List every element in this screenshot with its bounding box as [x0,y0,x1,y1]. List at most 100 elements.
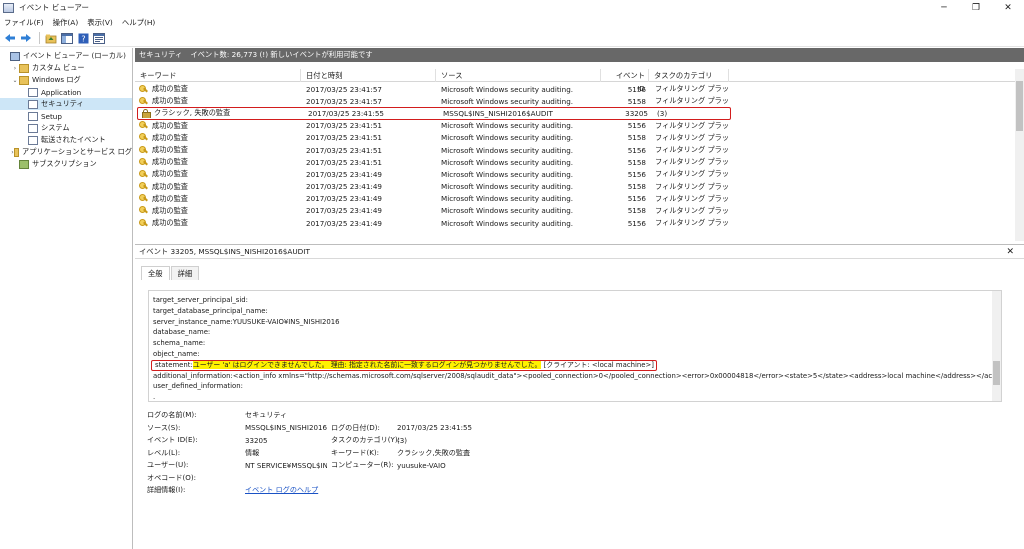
tree-item-label: セキュリティ [41,99,84,108]
table-row[interactable]: 成功の監査 2017/03/25 23:41:51 Microsoft Window… [135,156,1015,168]
cell-source: Microsoft Windows security auditing. [441,182,574,192]
cell-keyword: 成功の監査 [135,169,301,179]
cell-task-category: (3) [657,108,668,118]
table-row[interactable]: 成功の監査 2017/03/25 23:41:49 Microsoft Window… [135,217,1015,229]
minimize-icon[interactable]: ─ [928,0,960,15]
event-viewer-window: イベント ビューアー ─ ❐ ✕ ファイル(F) 操作(A) 表示(V) ヘルプ… [0,0,1024,549]
opcode-label: オペコード(O): [147,472,196,482]
event-viewer-app-icon [3,2,14,13]
computer-label: コンピューター(R): [331,460,394,470]
tree-item[interactable]: サブスクリプション [0,158,132,170]
tree-item[interactable]: › カスタム ビュー [0,62,132,74]
level-label: レベル(L): [147,447,181,457]
table-row[interactable]: クラシック, 失敗の監査 2017/03/25 23:41:55 MSSQL$INS… [137,107,731,120]
log-name-value: セキュリティ [245,410,288,420]
cell-event-id: 5156 [627,84,646,94]
scroll-thumb[interactable] [993,361,1000,385]
statement-label: statement: [155,360,193,369]
key-icon [139,157,148,167]
cell-source: Microsoft Windows security auditing. [441,194,574,204]
key-icon [139,194,148,203]
window-controls: ─ ❐ ✕ [928,0,1024,15]
cell-source: Microsoft Windows security auditing. [441,133,574,143]
key-icon [139,133,148,142]
show-hide-tree-icon[interactable] [60,31,74,45]
cell-source: Microsoft Windows security auditing. [441,96,574,106]
keyword-text: 成功の監査 [152,84,188,94]
table-row[interactable]: 成功の監査 2017/03/25 23:41:49 Microsoft Window… [135,168,1015,180]
table-row[interactable]: 成功の監査 2017/03/25 23:41:51 Microsoft Window… [135,144,1015,156]
tree-item[interactable]: セキュリティ [0,98,132,110]
cell-task-category: フィルタリング プラット... [655,132,729,142]
statement-line-wrapper: statement:ユーザー 'a' はログインできませんでした。 理由: 指定… [149,359,1001,371]
tree-item[interactable]: 転送されたイベント [0,134,132,146]
menu-help[interactable]: ヘルプ(H) [122,17,156,28]
column-header-keyword[interactable]: キーワード [135,69,301,82]
log-icon [28,135,38,145]
table-row[interactable]: 成功の監査 2017/03/25 23:41:49 Microsoft Window… [135,181,1015,193]
event-description-text[interactable]: target_server_principal_sid: target_datab… [148,290,1002,402]
folder-icon [14,147,20,157]
close-icon[interactable]: ✕ [992,0,1024,15]
table-row[interactable]: 成功の監査 2017/03/25 23:41:51 Microsoft Window… [135,120,1015,132]
tree-item-label: カスタム ビュー [32,63,85,72]
tree-item[interactable]: イベント ビューアー (ローカル) [0,50,132,62]
cell-event-id: 5156 [627,194,646,204]
cell-task-category: フィルタリング プラット... [655,96,729,106]
menu-file[interactable]: ファイル(F) [4,17,44,28]
help-icon[interactable]: ? [76,31,90,45]
column-header-event-id[interactable]: イベント ID [601,69,649,93]
expand-arrow-icon[interactable]: › [11,65,19,72]
table-row[interactable]: 成功の監査 2017/03/25 23:41:51 Microsoft Window… [135,132,1015,144]
cell-datetime: 2017/03/25 23:41:51 [306,157,382,167]
cell-datetime: 2017/03/25 23:41:49 [306,218,382,228]
cell-event-id: 33205 [625,108,648,118]
properties-pane-icon[interactable] [92,31,106,45]
event-id-label: イベント ID(E): [147,435,198,445]
folder-up-icon[interactable] [44,31,58,45]
table-row[interactable]: 成功の監査 2017/03/25 23:41:49 Microsoft Window… [135,193,1015,205]
back-arrow-icon[interactable] [3,31,17,45]
keyword-text: 成功の監査 [152,120,188,130]
cell-datetime: 2017/03/25 23:41:51 [306,133,382,143]
tree-item[interactable]: Setup [0,110,132,122]
cell-datetime: 2017/03/25 23:41:55 [308,108,384,118]
column-headers: キーワード 日付と時刻 ソース イベント ID タスクのカテゴリ [135,69,1015,93]
forward-arrow-icon[interactable] [19,31,33,45]
scroll-thumb[interactable] [1016,81,1023,131]
description-line: object_name: [153,349,200,358]
event-list-scrollbar[interactable] [1015,69,1024,241]
source-value: MSSQL$INS_NISHI2016$AUD [245,423,327,433]
table-row[interactable]: 成功の監査 2017/03/25 23:41:49 Microsoft Window… [135,205,1015,217]
column-header-datetime[interactable]: 日付と時刻 [301,69,436,82]
column-header-task-category[interactable]: タスクのカテゴリ [649,69,729,82]
cell-source: Microsoft Windows security auditing. [441,157,574,167]
table-row[interactable]: 成功の監査 2017/03/25 23:41:57 Microsoft Window… [135,83,1015,95]
tab-details[interactable]: 詳細 [170,266,200,280]
keyword-text: 成功の監査 [152,96,188,106]
event-list-pane: セキュリティ イベント数: 26,773 (!) 新しいイベントが利用可能です … [135,48,1024,242]
event-log-help-link[interactable]: イベント ログのヘルプ [245,485,318,495]
cell-source: Microsoft Windows security auditing. [441,206,574,216]
description-lines: target_server_principal_sid: target_datab… [149,295,1001,401]
tree-item[interactable]: Application [0,86,132,98]
description-line: user_defined_information: [153,382,243,391]
log-icon [28,123,38,133]
description-scrollbar[interactable] [992,291,1001,401]
tree-item[interactable]: システム [0,122,132,134]
toolbar: ? [0,30,1024,47]
tree-item[interactable]: ⌄ Windows ログ [0,74,132,86]
cell-event-id: 5156 [627,169,646,179]
expand-arrow-icon[interactable]: ⌄ [11,77,19,84]
close-detail-icon[interactable]: ✕ [1006,247,1014,257]
tab-general[interactable]: 全般 [141,266,170,280]
cell-task-category: フィルタリング プラット... [655,120,729,130]
cell-task-category: フィルタリング プラット... [655,84,729,94]
tree-item[interactable]: › アプリケーションとサービス ログ [0,146,132,158]
menu-view[interactable]: 表示(V) [87,17,113,28]
menu-action[interactable]: 操作(A) [53,17,79,28]
maximize-icon[interactable]: ❐ [960,0,992,15]
column-header-source[interactable]: ソース [436,69,601,82]
cell-datetime: 2017/03/25 23:41:49 [306,206,382,216]
table-row[interactable]: 成功の監査 2017/03/25 23:41:57 Microsoft Window… [135,95,1015,107]
